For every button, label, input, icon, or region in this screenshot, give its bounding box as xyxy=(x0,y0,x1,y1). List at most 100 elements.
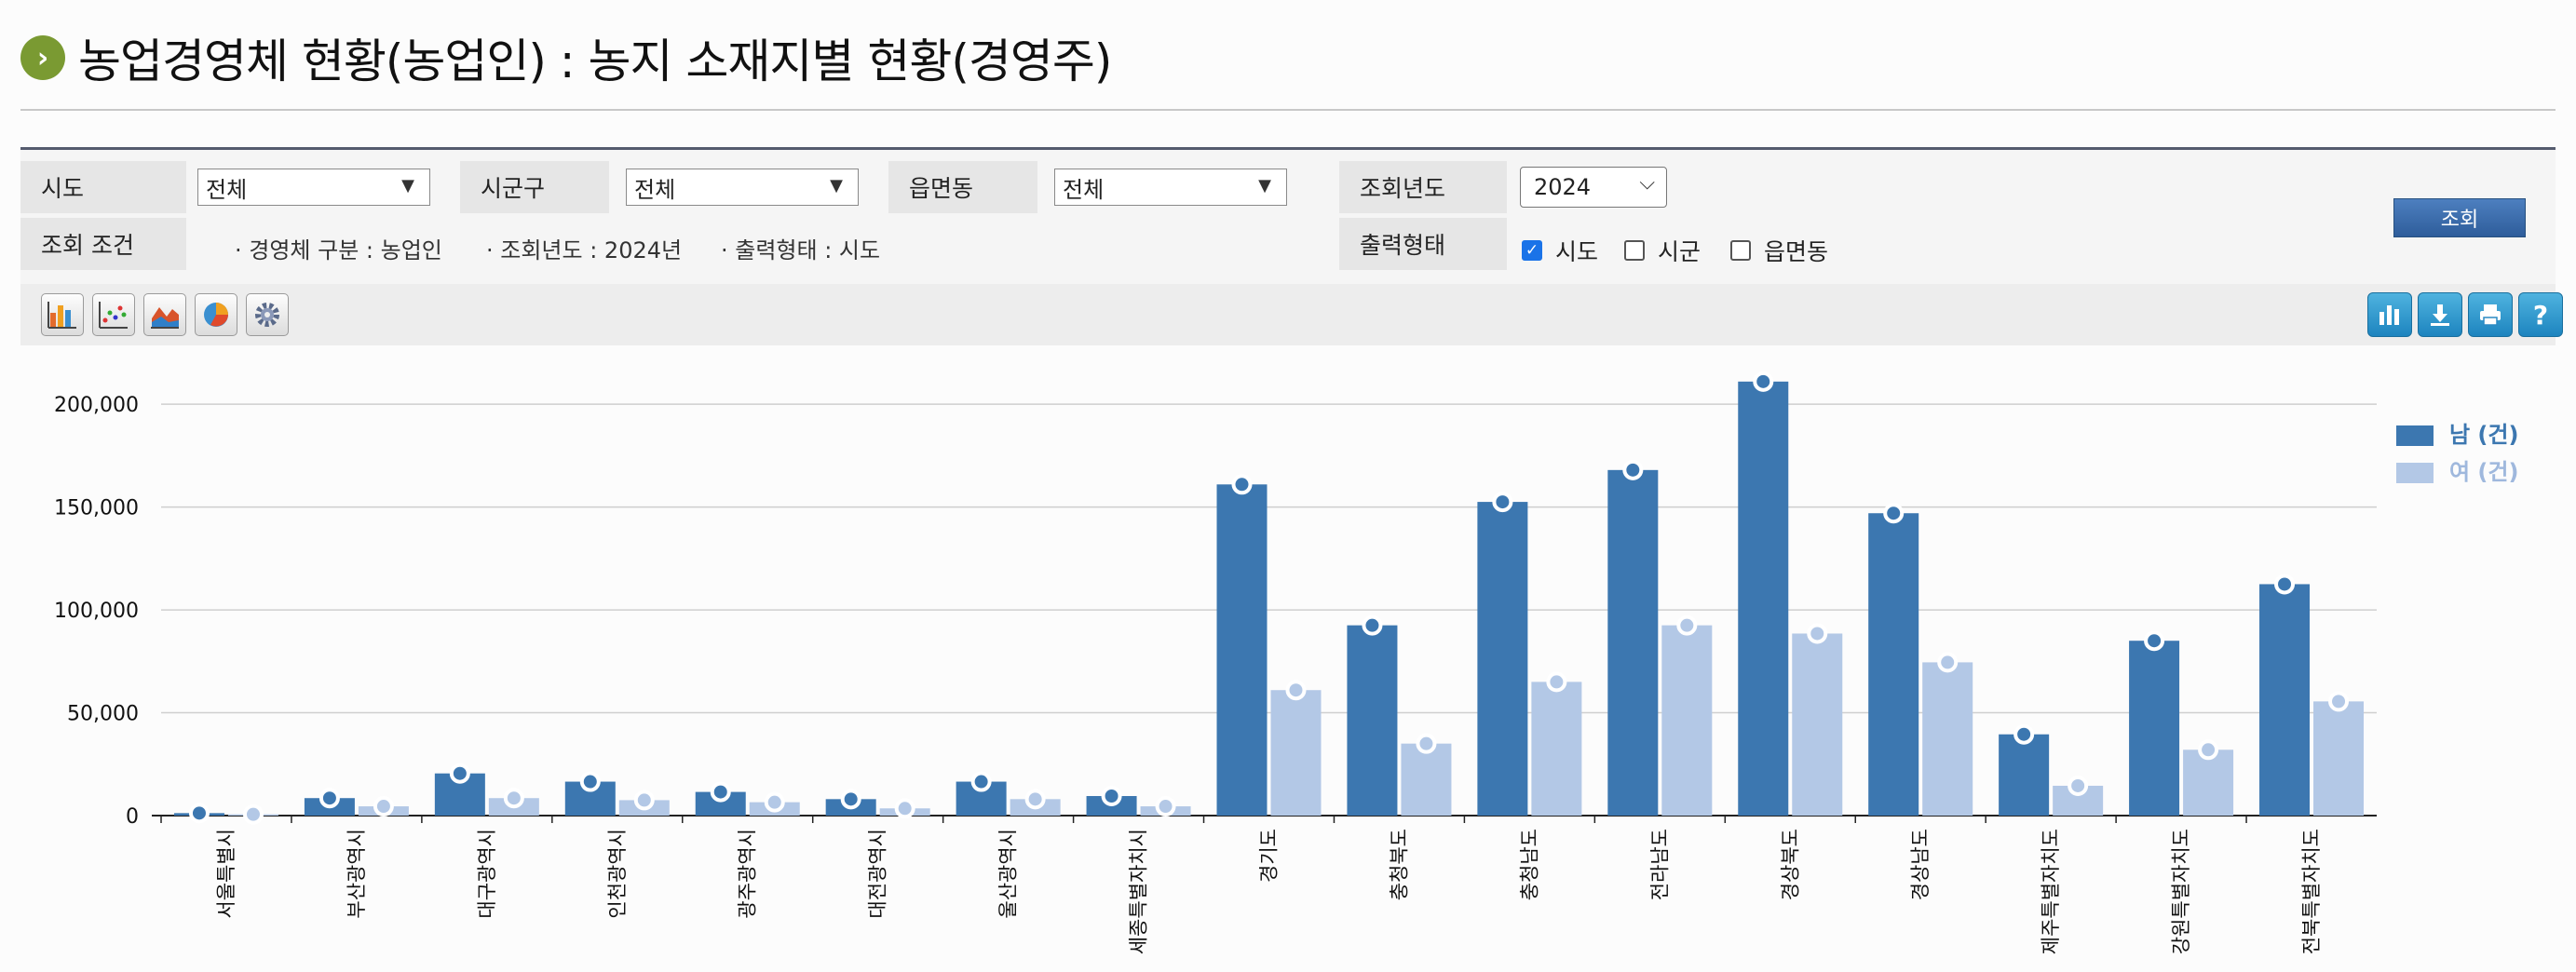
year-label: 조회년도 xyxy=(1339,161,1507,213)
x-tick-label: 서울특별시 xyxy=(215,829,237,919)
bar-marker[interactable] xyxy=(2068,775,2089,796)
x-tick-label: 경상북도 xyxy=(1779,829,1801,900)
output-option-sigun[interactable]: 시군 xyxy=(1624,234,1701,267)
chart-legend: 남 (건) 여 (건) xyxy=(2396,422,2518,485)
legend-label[interactable]: 남 (건) xyxy=(2449,422,2518,448)
checkbox-checked-icon[interactable]: ✓ xyxy=(1522,240,1542,261)
legend-swatch[interactable] xyxy=(2396,425,2434,446)
bar-marker[interactable] xyxy=(894,798,915,819)
bar-marker[interactable] xyxy=(633,790,655,811)
scatter-chart-icon[interactable] xyxy=(92,293,135,336)
bar-female[interactable] xyxy=(1531,682,1582,816)
bar-marker[interactable] xyxy=(1492,492,1513,513)
bar-marker[interactable] xyxy=(188,803,210,824)
legend-label[interactable]: 여 (건) xyxy=(2449,459,2518,485)
bar-marker[interactable] xyxy=(2013,723,2035,745)
bar-marker[interactable] xyxy=(579,771,601,792)
year-select[interactable]: 2024 ⌵ xyxy=(1520,167,1667,208)
bar-marker[interactable] xyxy=(242,803,264,825)
bar-female[interactable] xyxy=(1270,690,1322,816)
title-divider xyxy=(20,109,2556,111)
bar-female[interactable] xyxy=(2313,701,2365,816)
bar-marker[interactable] xyxy=(1546,671,1567,693)
sido-label: 시도 xyxy=(20,161,186,213)
bar-marker[interactable] xyxy=(1937,652,1959,673)
bar-marker[interactable] xyxy=(1362,614,1383,636)
bar-male[interactable] xyxy=(1999,734,2050,816)
bar-marker[interactable] xyxy=(373,796,394,817)
condition-item: · 조회년도 : 2024년 xyxy=(486,237,683,263)
x-tick-label: 인천광역시 xyxy=(606,829,629,919)
bar-female[interactable] xyxy=(1922,662,1973,816)
bar-marker[interactable] xyxy=(2274,574,2296,595)
bar-male[interactable] xyxy=(1216,484,1268,816)
eupmyeondong-label: 읍면동 xyxy=(888,161,1037,213)
bar-female[interactable] xyxy=(1661,625,1713,816)
bar-marker[interactable] xyxy=(449,763,470,784)
y-tick-label: 100,000 xyxy=(54,600,139,623)
bar-marker[interactable] xyxy=(1676,614,1698,636)
chevron-right-icon: › xyxy=(20,35,65,80)
bar-marker[interactable] xyxy=(1285,680,1307,701)
x-tick-label: 광주광역시 xyxy=(737,829,759,919)
help-icon[interactable]: ? xyxy=(2518,292,2563,337)
bar-male[interactable] xyxy=(1868,513,1919,816)
x-tick-label: 대구광역시 xyxy=(476,829,498,919)
bar-marker[interactable] xyxy=(1807,623,1828,644)
bar-marker[interactable] xyxy=(2144,630,2165,652)
bar-chart-icon[interactable] xyxy=(2367,292,2412,337)
bar-male[interactable] xyxy=(1738,381,1789,816)
checkbox-icon[interactable] xyxy=(1730,240,1751,261)
x-tick-label: 전라남도 xyxy=(1648,829,1671,900)
bar-female[interactable] xyxy=(1401,743,1452,816)
bar-marker[interactable] xyxy=(319,788,340,809)
x-tick-label: 세종특별자치시 xyxy=(1128,829,1150,954)
bar-male[interactable] xyxy=(2129,641,2180,816)
bar-marker[interactable] xyxy=(1024,789,1046,810)
chevron-down-icon: ⌵ xyxy=(1639,171,1655,195)
bar-marker[interactable] xyxy=(1231,474,1253,495)
page-title: 농업경영체 현황(농업인) : 농지 소재지별 현황(경영주) xyxy=(78,34,1112,88)
print-icon[interactable] xyxy=(2468,292,2513,337)
bar-marker[interactable] xyxy=(1416,733,1437,754)
area-chart-icon[interactable] xyxy=(143,293,186,336)
sigungu-select[interactable]: 전체 ▼ xyxy=(626,169,859,206)
x-tick-label: 강원특별자치도 xyxy=(2170,829,2192,954)
bar-marker[interactable] xyxy=(710,781,731,803)
output-option-eupmyeondong[interactable]: 읍면동 xyxy=(1730,234,1828,267)
bar-marker[interactable] xyxy=(1155,796,1176,817)
condition-item: · 경영체 구분 : 농업인 xyxy=(235,237,442,263)
bar-male[interactable] xyxy=(1347,625,1398,816)
sido-select[interactable]: 전체 ▼ xyxy=(197,169,430,206)
search-panel: 시도 전체 ▼ 시군구 전체 ▼ 읍면동 전체 ▼ 조회년도 2024 ⌵ 조회… xyxy=(20,147,2556,287)
download-icon[interactable] xyxy=(2418,292,2462,337)
bar-marker[interactable] xyxy=(2198,739,2219,761)
x-tick-label: 경기도 xyxy=(1258,829,1281,883)
bar-female[interactable] xyxy=(1792,633,1843,816)
query-button[interactable]: 조회 xyxy=(2393,198,2526,237)
bar-chart-icon[interactable] xyxy=(41,293,84,336)
bar-marker[interactable] xyxy=(1622,459,1644,480)
y-tick-label: 50,000 xyxy=(67,703,139,726)
bar-marker[interactable] xyxy=(1753,371,1774,392)
output-option-label: 읍면동 xyxy=(1764,238,1829,265)
condition-item: · 출력형태 : 시도 xyxy=(721,237,881,263)
bar-marker[interactable] xyxy=(970,771,992,792)
bar-male[interactable] xyxy=(2259,584,2311,816)
checkbox-icon[interactable] xyxy=(1624,240,1645,261)
bar-male[interactable] xyxy=(1607,469,1659,816)
bar-marker[interactable] xyxy=(1101,786,1122,807)
legend-swatch[interactable] xyxy=(2396,463,2434,483)
output-option-sido[interactable]: ✓ 시도 xyxy=(1522,234,1598,267)
bar-marker[interactable] xyxy=(840,789,861,810)
eupmyeondong-select[interactable]: 전체 ▼ xyxy=(1054,169,1287,206)
bar-marker[interactable] xyxy=(1883,503,1905,524)
bar-marker[interactable] xyxy=(2328,691,2350,712)
bar-marker[interactable] xyxy=(764,791,785,813)
sigungu-select-value: 전체 xyxy=(634,176,676,203)
pie-chart-icon[interactable] xyxy=(195,293,237,336)
bar-male[interactable] xyxy=(1477,502,1528,816)
settings-icon[interactable] xyxy=(246,293,289,336)
bar-marker[interactable] xyxy=(503,788,524,809)
x-tick-label: 경상남도 xyxy=(1909,829,1932,900)
